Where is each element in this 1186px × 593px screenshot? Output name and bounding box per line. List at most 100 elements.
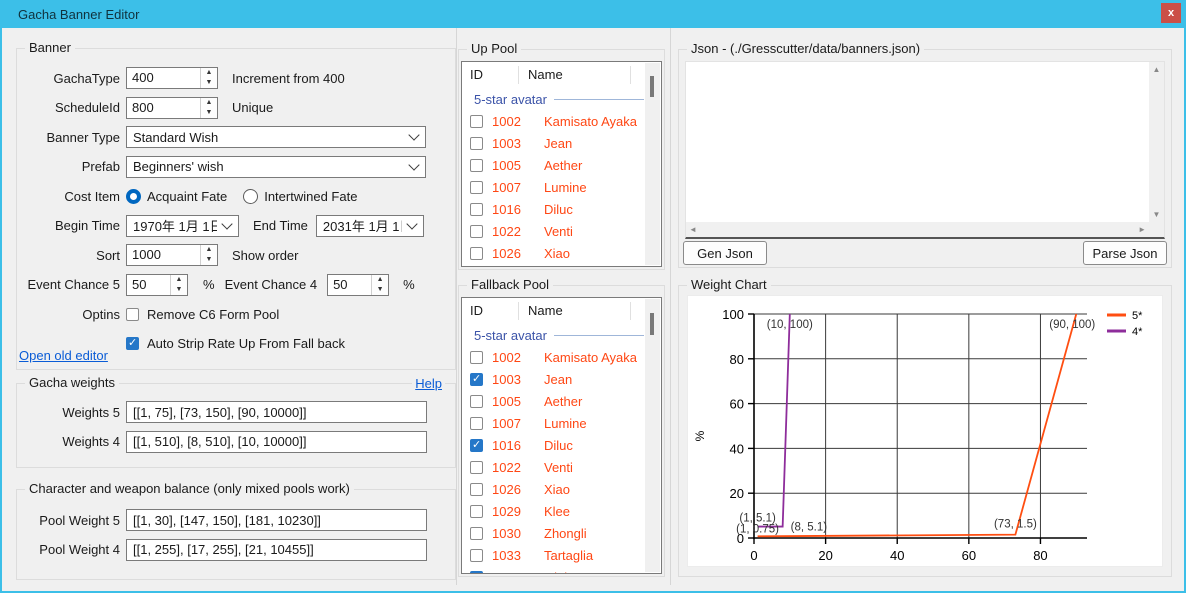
fallback-pool-scrollbar[interactable] — [645, 299, 660, 572]
column-header-name[interactable]: Name — [519, 66, 631, 84]
gachatype-spinner[interactable]: ▲▼ — [200, 68, 217, 88]
event-chance-5-spinner[interactable]: ▲▼ — [170, 275, 187, 295]
json-group: Json - (./Gresscutter/data/banners.json)… — [678, 49, 1172, 268]
pool-weight-5-label: Pool Weight 5 — [18, 513, 120, 528]
row-checkbox[interactable] — [470, 439, 483, 452]
json-textarea[interactable] — [686, 62, 1148, 221]
fallback-pool-group: Fallback Pool ID Name 5-star avatar 1002… — [458, 285, 665, 577]
banner-type-select[interactable]: Standard Wish — [126, 126, 426, 148]
row-checkbox[interactable] — [470, 527, 483, 540]
row-checkbox[interactable] — [470, 395, 483, 408]
weights-5-input[interactable] — [126, 401, 427, 423]
list-item[interactable]: 1003Jean — [462, 368, 645, 390]
row-checkbox[interactable] — [470, 461, 483, 474]
list-item[interactable]: 1033Tartaglia — [462, 544, 645, 566]
row-checkbox[interactable] — [470, 571, 483, 575]
row-checkbox[interactable] — [470, 247, 483, 260]
gen-json-button[interactable]: Gen Json — [683, 241, 767, 265]
event-chance-5-input[interactable]: 50 ▲▼ — [126, 274, 188, 296]
row-checkbox[interactable] — [470, 373, 483, 386]
fallback-pool-table: ID Name 5-star avatar 1002Kamisato Ayaka… — [461, 297, 662, 574]
list-item[interactable]: 1007Lumine — [462, 176, 645, 198]
weights-4-input[interactable] — [126, 431, 427, 453]
row-checkbox[interactable] — [470, 137, 483, 150]
list-item[interactable]: 1026Xiao — [462, 478, 645, 500]
list-item[interactable]: 1003Jean — [462, 132, 645, 154]
spin-up-icon[interactable]: ▲ — [171, 275, 187, 285]
row-name: Lumine — [544, 416, 587, 431]
spin-up-icon[interactable]: ▲ — [201, 245, 217, 255]
row-checkbox[interactable] — [470, 351, 483, 364]
radio-selected-icon[interactable] — [126, 189, 141, 204]
column-header-id[interactable]: ID — [462, 302, 519, 320]
radio-acquaint-fate[interactable]: Acquaint Fate — [126, 189, 227, 204]
json-horizontal-scrollbar[interactable]: ◄ ► — [686, 222, 1149, 237]
row-checkbox[interactable] — [470, 181, 483, 194]
list-item[interactable]: 1030Zhongli — [462, 522, 645, 544]
spin-up-icon[interactable]: ▲ — [201, 98, 217, 108]
point-annotation: (73, 1.5) — [994, 519, 1037, 531]
open-old-editor-link[interactable]: Open old editor — [19, 348, 108, 363]
row-checkbox[interactable] — [470, 505, 483, 518]
scroll-down-icon[interactable]: ▼ — [1153, 210, 1161, 219]
spin-down-icon[interactable]: ▼ — [201, 108, 217, 118]
spin-down-icon[interactable]: ▼ — [201, 78, 217, 88]
column-header-id[interactable]: ID — [462, 66, 519, 84]
spin-down-icon[interactable]: ▼ — [171, 285, 187, 295]
parse-json-button[interactable]: Parse Json — [1083, 241, 1167, 265]
chevron-down-icon — [408, 129, 419, 140]
prefab-select[interactable]: Beginners' wish — [126, 156, 426, 178]
list-item[interactable]: 1035Qiqi — [462, 566, 645, 574]
row-checkbox[interactable] — [470, 417, 483, 430]
spin-up-icon[interactable]: ▲ — [201, 68, 217, 78]
up-pool-scrollbar[interactable] — [645, 63, 660, 265]
scheduleid-spinner[interactable]: ▲▼ — [200, 98, 217, 118]
list-item[interactable]: 1026Xiao — [462, 242, 645, 264]
end-time-picker[interactable]: 2031年 1月 1日 — [316, 215, 424, 237]
list-item[interactable]: 1022Venti — [462, 456, 645, 478]
row-checkbox[interactable] — [470, 159, 483, 172]
list-item[interactable]: 1016Diluc — [462, 434, 645, 456]
remove-c6-checkbox[interactable] — [126, 308, 139, 321]
sort-input[interactable]: 1000 ▲▼ — [126, 244, 218, 266]
scroll-left-icon[interactable]: ◄ — [689, 225, 697, 234]
json-vertical-scrollbar[interactable]: ▲ ▼ — [1149, 62, 1164, 222]
sort-spinner[interactable]: ▲▼ — [200, 245, 217, 265]
list-item[interactable]: 1007Lumine — [462, 412, 645, 434]
row-checkbox[interactable] — [470, 483, 483, 496]
scroll-right-icon[interactable]: ► — [1138, 225, 1146, 234]
pool-weight-5-input[interactable] — [126, 509, 427, 531]
scrollbar-thumb[interactable] — [650, 313, 654, 335]
event-chance-4-spinner[interactable]: ▲▼ — [371, 275, 388, 295]
spin-down-icon[interactable]: ▼ — [201, 255, 217, 265]
row-checkbox[interactable] — [470, 203, 483, 216]
column-header-name[interactable]: Name — [519, 302, 631, 320]
row-checkbox[interactable] — [470, 115, 483, 128]
list-item[interactable]: 1005Aether — [462, 390, 645, 412]
close-button[interactable]: x — [1161, 3, 1181, 23]
banner-group-title: Banner — [25, 40, 75, 55]
pool-weight-4-input[interactable] — [126, 539, 427, 561]
event-chance-4-input[interactable]: 50 ▲▼ — [327, 274, 389, 296]
list-item[interactable]: 1002Kamisato Ayaka — [462, 346, 645, 368]
row-checkbox[interactable] — [470, 549, 483, 562]
prefab-value: Beginners' wish — [133, 159, 404, 174]
scheduleid-input[interactable]: 800 ▲▼ — [126, 97, 218, 119]
help-link[interactable]: Help — [412, 376, 445, 391]
scroll-up-icon[interactable]: ▲ — [1153, 65, 1161, 74]
radio-intertwined-fate[interactable]: Intertwined Fate — [243, 189, 357, 204]
list-item[interactable]: 1002Kamisato Ayaka — [462, 110, 645, 132]
spin-up-icon[interactable]: ▲ — [372, 275, 388, 285]
list-item[interactable]: 1016Diluc — [462, 198, 645, 220]
scrollbar-thumb[interactable] — [650, 76, 654, 97]
begin-time-picker[interactable]: 1970年 1月 1日 — [126, 215, 239, 237]
json-group-title: Json - (./Gresscutter/data/banners.json) — [687, 41, 924, 56]
list-item[interactable]: 1029Klee — [462, 500, 645, 522]
row-checkbox[interactable] — [470, 225, 483, 238]
radio-unselected-icon[interactable] — [243, 189, 258, 204]
gachatype-input[interactable]: 400 ▲▼ — [126, 67, 218, 89]
list-item[interactable]: 1022Venti — [462, 220, 645, 242]
auto-strip-checkbox[interactable] — [126, 337, 139, 350]
list-item[interactable]: 1005Aether — [462, 154, 645, 176]
spin-down-icon[interactable]: ▼ — [372, 285, 388, 295]
